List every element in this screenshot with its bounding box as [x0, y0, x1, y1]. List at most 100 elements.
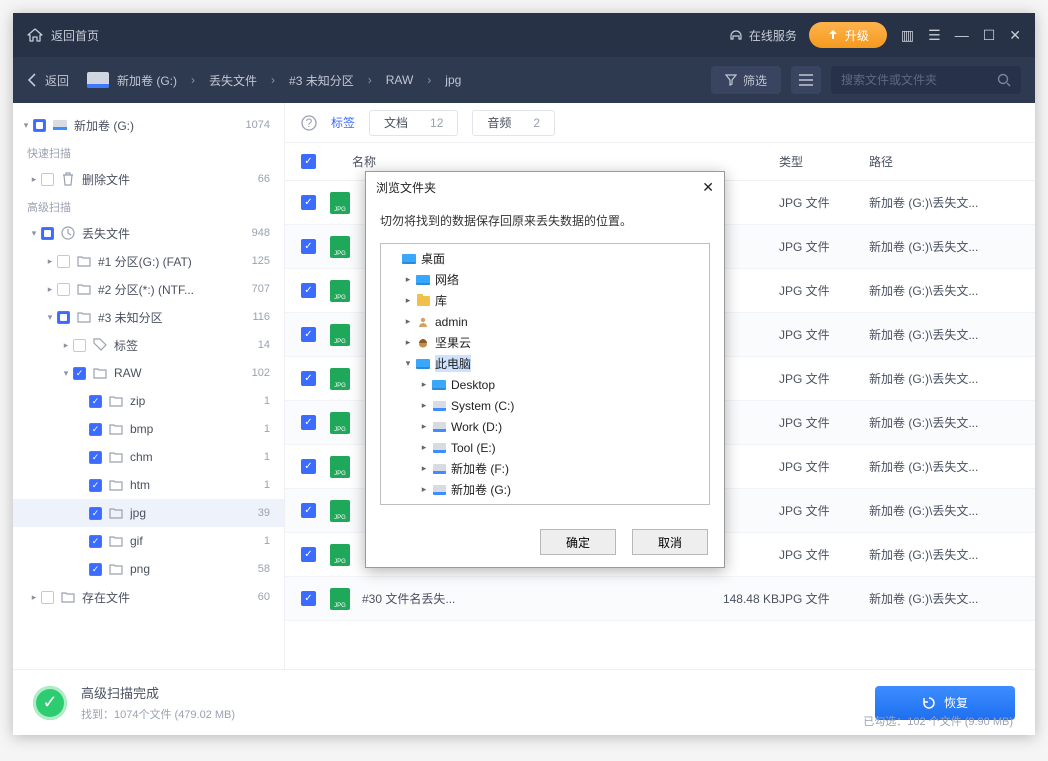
- menu-icon[interactable]: ☰: [928, 27, 941, 44]
- col-type[interactable]: 类型: [779, 153, 869, 170]
- sidebar-type-zip[interactable]: ✓ zip 1: [13, 387, 284, 415]
- sidebar-type-chm[interactable]: ✓ chm 1: [13, 443, 284, 471]
- checkbox[interactable]: ✓: [89, 423, 102, 436]
- tab-audio[interactable]: 音频 2: [472, 110, 555, 136]
- tree-library[interactable]: ▸ 库: [383, 290, 707, 311]
- home-button[interactable]: 返回首页: [27, 27, 99, 44]
- col-name[interactable]: 名称: [352, 153, 376, 170]
- folder-tree[interactable]: 桌面 ▸ 网络 ▸ 库 ▸ admin ▸ 坚果云 ▾ 此电脑 ▸ Deskto…: [380, 243, 710, 505]
- checkbox[interactable]: [57, 311, 70, 324]
- checkbox[interactable]: [57, 255, 70, 268]
- sidebar-type-bmp[interactable]: ✓ bmp 1: [13, 415, 284, 443]
- search-input[interactable]: [841, 73, 997, 87]
- checkbox[interactable]: [41, 591, 54, 604]
- back-button[interactable]: 返回: [27, 72, 69, 89]
- checkbox[interactable]: ✓: [89, 535, 102, 548]
- checkbox[interactable]: [73, 339, 86, 352]
- tree-network[interactable]: ▸ 网络: [383, 269, 707, 290]
- checkbox[interactable]: [41, 173, 54, 186]
- sidebar-existing-files[interactable]: ▸ 存在文件 60: [13, 583, 284, 611]
- checkbox[interactable]: ✓: [89, 395, 102, 408]
- tab-tags[interactable]: 标签: [331, 114, 355, 131]
- ok-button[interactable]: 确定: [540, 529, 616, 555]
- caret-icon[interactable]: ▸: [43, 284, 57, 295]
- caret-icon[interactable]: ▾: [19, 120, 33, 131]
- checkbox[interactable]: ✓: [89, 451, 102, 464]
- tree-drive-SystemC[interactable]: ▸ System (C:): [383, 395, 707, 416]
- tree-drive-ToolE[interactable]: ▸ Tool (E:): [383, 437, 707, 458]
- select-all-checkbox[interactable]: ✓: [301, 154, 316, 169]
- tree-drive-WorkD[interactable]: ▸ Work (D:): [383, 416, 707, 437]
- expand-icon[interactable]: ▸: [417, 463, 431, 474]
- sidebar-type-jpg[interactable]: ✓ jpg 39: [13, 499, 284, 527]
- sidebar-partition-1[interactable]: ▸ #1 分区(G:) (FAT) 125: [13, 247, 284, 275]
- tree-drive-Desktop[interactable]: ▸ Desktop: [383, 374, 707, 395]
- checkbox[interactable]: [33, 119, 46, 132]
- caret-icon[interactable]: ▸: [27, 592, 41, 603]
- sidebar-lost-files[interactable]: ▾ 丢失文件 948: [13, 219, 284, 247]
- layout-icon[interactable]: ▥: [901, 27, 914, 44]
- col-path[interactable]: 路径: [869, 153, 1019, 170]
- caret-icon[interactable]: ▾: [43, 312, 57, 323]
- row-checkbox[interactable]: ✓: [301, 547, 316, 562]
- tree-newfolder[interactable]: ▸ 新建文件夹: [383, 500, 707, 505]
- row-checkbox[interactable]: ✓: [301, 591, 316, 606]
- view-list-button[interactable]: [791, 66, 821, 94]
- row-checkbox[interactable]: ✓: [301, 327, 316, 342]
- sidebar-deleted-files[interactable]: ▸ 删除文件 66: [13, 165, 284, 193]
- search-box[interactable]: [831, 66, 1021, 94]
- checkbox[interactable]: ✓: [89, 563, 102, 576]
- caret-icon[interactable]: ▸: [59, 340, 73, 351]
- row-checkbox[interactable]: ✓: [301, 195, 316, 210]
- checkbox[interactable]: [41, 227, 54, 240]
- caret-icon[interactable]: ▸: [27, 174, 41, 185]
- tab-documents[interactable]: 文档 12: [369, 110, 458, 136]
- expand-icon[interactable]: ▸: [401, 274, 415, 285]
- minimize-icon[interactable]: —: [955, 27, 969, 43]
- caret-icon[interactable]: ▸: [43, 256, 57, 267]
- checkbox[interactable]: ✓: [89, 507, 102, 520]
- row-checkbox[interactable]: ✓: [301, 371, 316, 386]
- online-service[interactable]: 在线服务: [729, 27, 797, 44]
- expand-icon[interactable]: ▸: [401, 295, 415, 306]
- sidebar-partition-3[interactable]: ▾ #3 未知分区 116: [13, 303, 284, 331]
- tree-desktop[interactable]: 桌面: [383, 248, 707, 269]
- tree-admin[interactable]: ▸ admin: [383, 311, 707, 332]
- sidebar-raw[interactable]: ▾ ✓ RAW 102: [13, 359, 284, 387]
- sidebar-type-htm[interactable]: ✓ htm 1: [13, 471, 284, 499]
- sidebar-partition-2[interactable]: ▸ #2 分区(*:) (NTF... 707: [13, 275, 284, 303]
- sidebar-type-gif[interactable]: ✓ gif 1: [13, 527, 284, 555]
- tree-nutcloud[interactable]: ▸ 坚果云: [383, 332, 707, 353]
- checkbox[interactable]: [57, 283, 70, 296]
- row-checkbox[interactable]: ✓: [301, 239, 316, 254]
- row-checkbox[interactable]: ✓: [301, 283, 316, 298]
- tree-drive-G[interactable]: ▸ 新加卷 (G:): [383, 479, 707, 500]
- cancel-button[interactable]: 取消: [632, 529, 708, 555]
- expand-icon[interactable]: ▸: [417, 442, 431, 453]
- checkbox[interactable]: ✓: [73, 367, 86, 380]
- row-checkbox[interactable]: ✓: [301, 415, 316, 430]
- expand-icon[interactable]: ▸: [401, 337, 415, 348]
- row-checkbox[interactable]: ✓: [301, 503, 316, 518]
- tree-drive-F[interactable]: ▸ 新加卷 (F:): [383, 458, 707, 479]
- checkbox[interactable]: ✓: [89, 479, 102, 492]
- upgrade-button[interactable]: 升级: [809, 22, 887, 48]
- filter-button[interactable]: 筛选: [711, 66, 781, 94]
- expand-icon[interactable]: ▸: [401, 316, 415, 327]
- help-icon[interactable]: ?: [301, 115, 317, 131]
- expand-icon[interactable]: ▸: [417, 421, 431, 432]
- table-row[interactable]: ✓ #30 文件名丢失... 148.48 KB JPG 文件 新加卷 (G:)…: [285, 577, 1035, 621]
- sidebar-type-png[interactable]: ✓ png 58: [13, 555, 284, 583]
- maximize-icon[interactable]: ☐: [983, 27, 996, 44]
- row-checkbox[interactable]: ✓: [301, 459, 316, 474]
- dialog-close-icon[interactable]: ✕: [702, 179, 714, 196]
- caret-icon[interactable]: ▾: [59, 368, 73, 379]
- expand-icon[interactable]: ▾: [401, 358, 415, 369]
- expand-icon[interactable]: ▸: [417, 484, 431, 495]
- close-icon[interactable]: ✕: [1009, 27, 1021, 44]
- sidebar-drive-root[interactable]: ▾ 新加卷 (G:) 1074: [13, 111, 284, 139]
- caret-icon[interactable]: ▾: [27, 228, 41, 239]
- tree-thispc[interactable]: ▾ 此电脑: [383, 353, 707, 374]
- expand-icon[interactable]: ▸: [417, 379, 431, 390]
- sidebar-tags[interactable]: ▸ 标签 14: [13, 331, 284, 359]
